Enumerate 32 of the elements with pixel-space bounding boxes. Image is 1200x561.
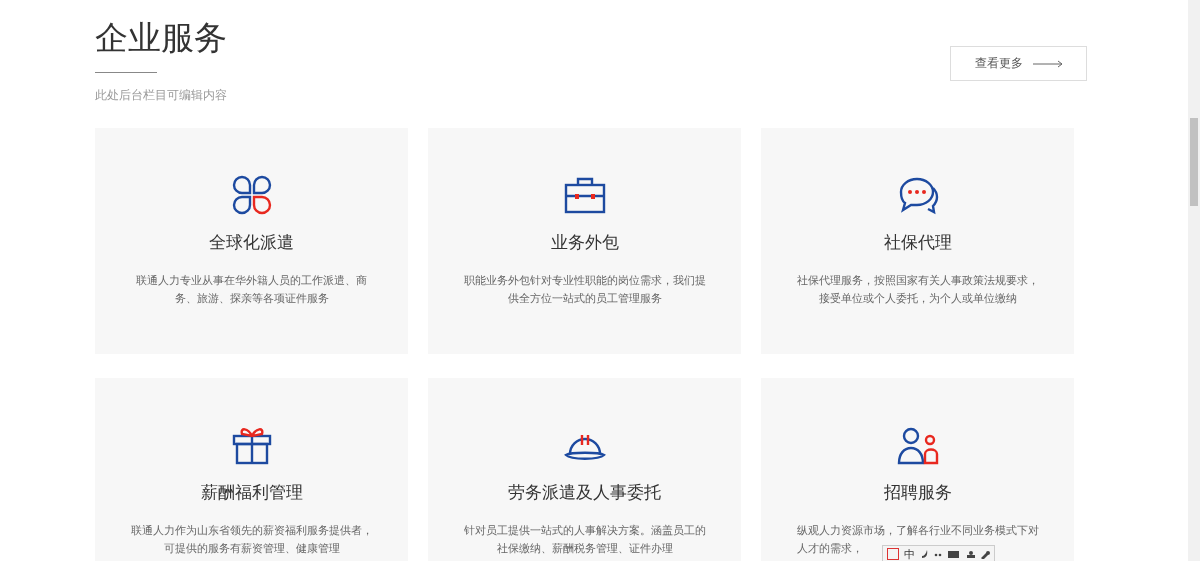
toolbar-icons-drawing[interactable]: [920, 549, 990, 559]
description-line: 接受单位或个人委托，为个人或单位缴纳: [818, 291, 1017, 307]
ime-logo-icon[interactable]: [887, 548, 899, 560]
service-title: 薪酬福利管理: [200, 481, 303, 504]
description-line: 社保缴纳、薪酬税务管理、证件办理: [496, 541, 673, 557]
service-card[interactable]: 业务外包 职能业务外包针对专业性职能的岗位需求，我们提 供全方位一站式的员工管理服务: [428, 128, 741, 354]
service-title: 社保代理: [883, 231, 952, 254]
description-line: 可提供的服务有薪资管理、健康管理: [163, 541, 340, 557]
description-line: 针对员工提供一站式的人事解决方案。涵盖员工的: [463, 523, 706, 539]
description-line: 供全方位一站式的员工管理服务: [507, 291, 662, 307]
description-line: 纵观人力资源市场，了解各行业不同业务模式下对: [796, 523, 1039, 539]
input-mode-label[interactable]: 中: [904, 546, 915, 561]
section-title: 企业服务: [95, 18, 227, 58]
service-card[interactable]: 薪酬福利管理 联通人力作为山东省领先的薪资福利服务提供者， 可提供的服务有薪资管理、健康管理: [95, 378, 408, 561]
service-title: 招聘服务: [883, 481, 952, 504]
scrollbar[interactable]: [1188, 0, 1200, 561]
arrow-icon: [1032, 59, 1063, 68]
service-card[interactable]: 劳务派遣及人事委托 针对员工提供一站式的人事解决方案。涵盖员工的 社保缴纳、薪酬税务管理、证件办理: [428, 378, 741, 561]
service-title: 劳务派遣及人事委托: [508, 481, 661, 504]
description-line: 社保代理服务，按照国家有关人事政策法规要求，: [796, 273, 1039, 289]
view-more-button[interactable]: 查看更多: [950, 46, 1087, 81]
description-line: 人才的需求，: [796, 541, 863, 557]
service-title: 全球化派遣: [209, 231, 294, 254]
service-card[interactable]: 全球化派遣 联通人力专业从事在华外籍人员的工作派遣、商 务、旅游、探亲等各项证件服务: [95, 128, 408, 354]
description-line: 联通人力作为山东省领先的薪资福利服务提供者，: [130, 523, 373, 539]
service-card[interactable]: 社保代理 社保代理服务，按照国家有关人事政策法规要求， 接受单位或个人委托，为个人或单位缴纳: [761, 128, 1074, 354]
description-line: 务、旅游、探亲等各项证件服务: [174, 291, 329, 307]
clover-icon: [230, 174, 273, 216]
description-line: 联通人力专业从事在华外籍人员的工作派遣、商: [136, 273, 367, 289]
service-title: 业务外包: [550, 231, 619, 254]
section-subtitle: 此处后台栏目可编辑内容: [95, 87, 227, 104]
description-line: 职能业务外包针对专业性职能的岗位需求，我们提: [463, 273, 706, 289]
